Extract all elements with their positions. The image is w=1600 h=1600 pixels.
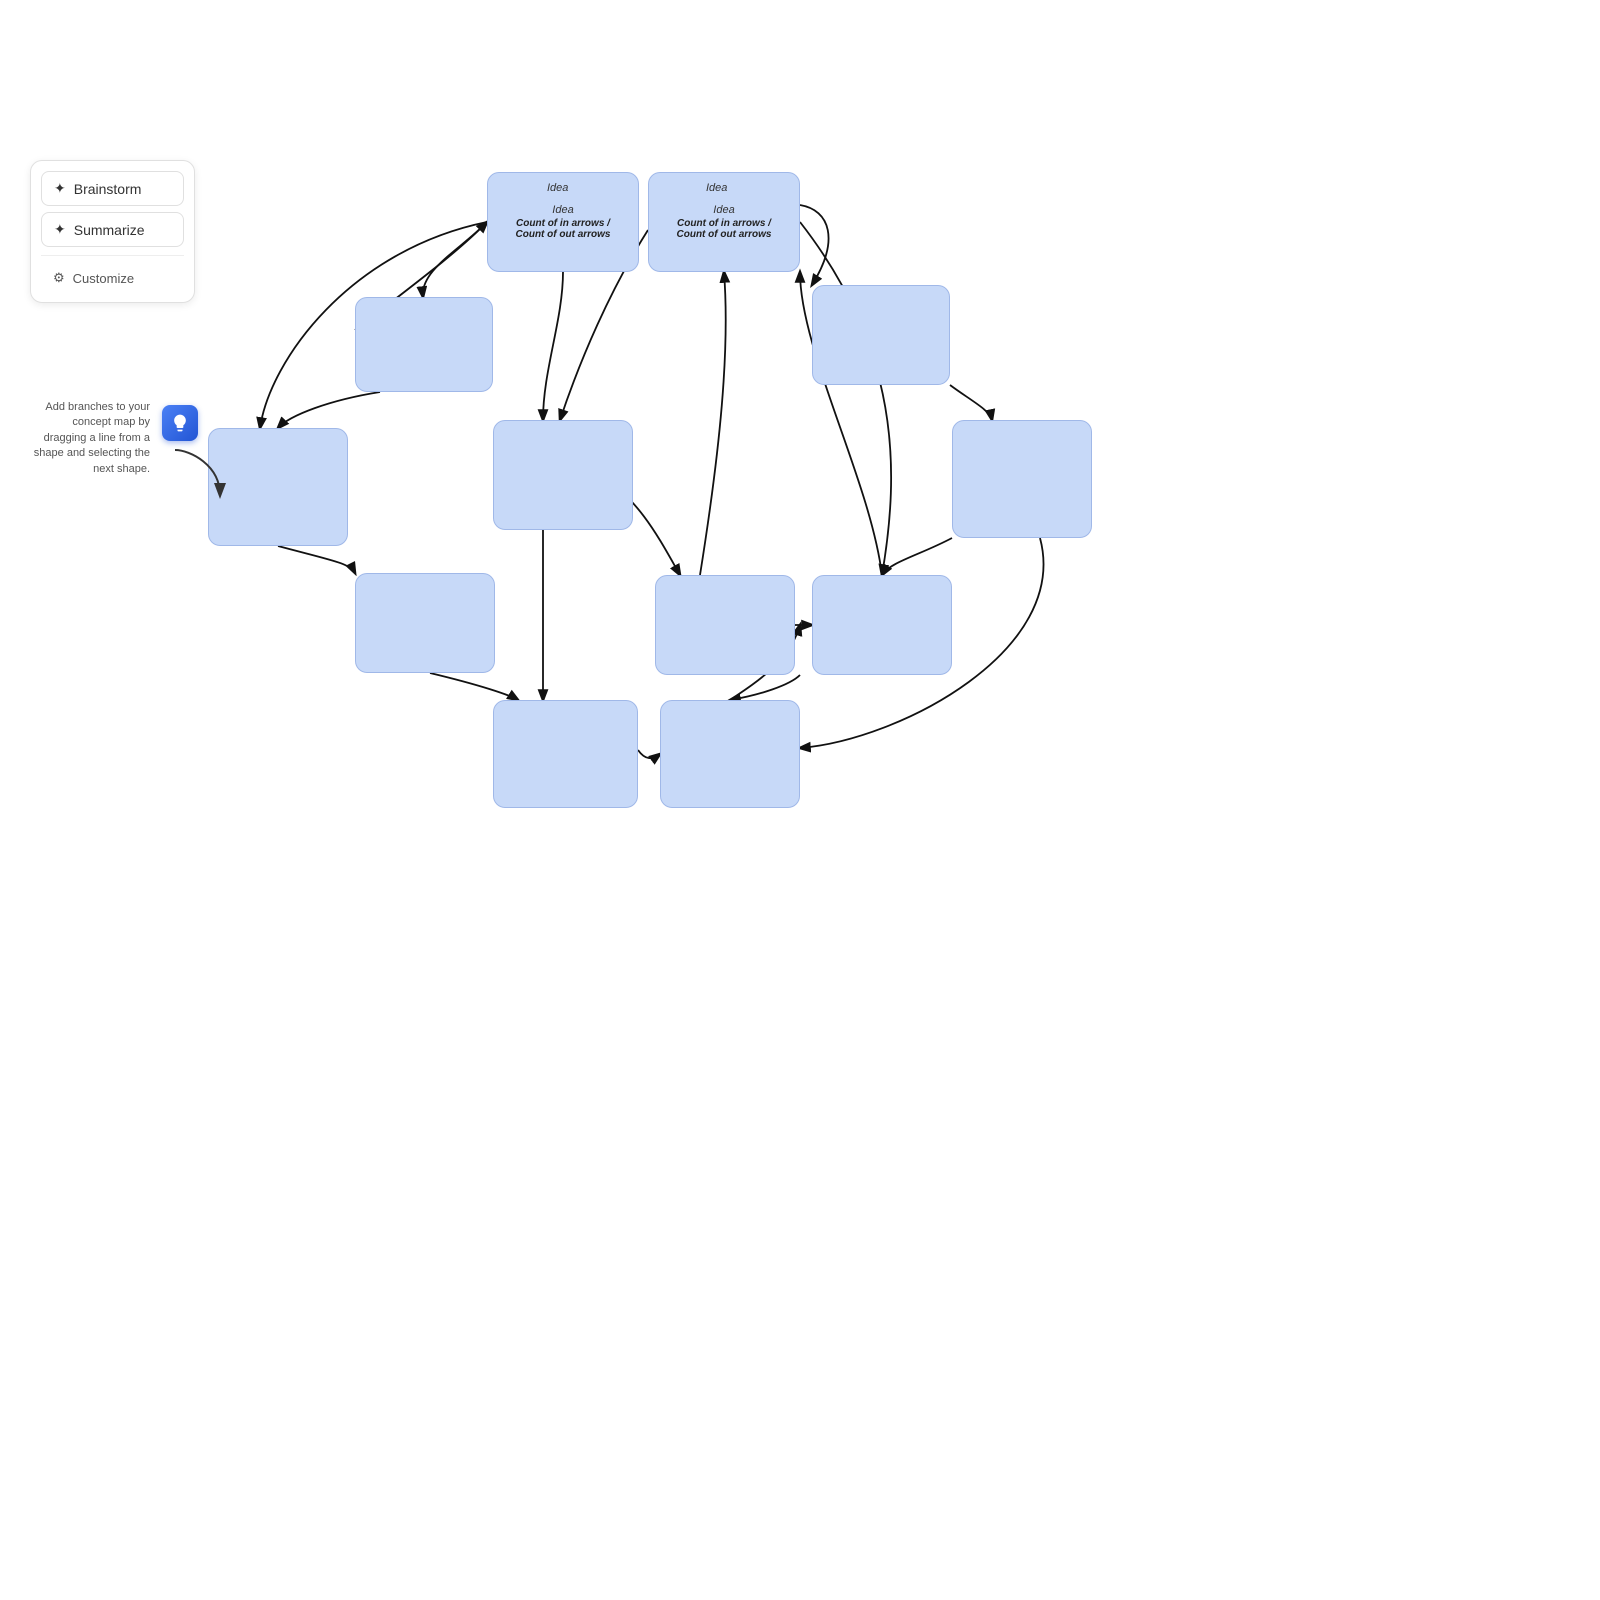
blank-node-bottom-right[interactable] xyxy=(660,700,800,808)
arrow-10 xyxy=(700,272,726,575)
arrow-5 xyxy=(278,392,380,428)
arrow-11 xyxy=(950,385,992,420)
customize-label: Customize xyxy=(73,271,134,286)
hint-arrow-svg xyxy=(170,445,230,505)
node-top-left-label: Idea xyxy=(552,204,573,216)
brainstorm-icon: ✦ xyxy=(54,180,66,197)
arrows-canvas xyxy=(0,0,1600,1600)
blank-node-right-large[interactable] xyxy=(952,420,1092,538)
arrow-4 xyxy=(800,205,829,285)
arrow-17 xyxy=(800,222,891,575)
hint-arrow-path xyxy=(175,450,220,495)
arrow-6 xyxy=(278,546,355,573)
summarize-icon: ✦ xyxy=(54,221,66,238)
node-top-right-sublabel: Count of in arrows /Count of out arrows xyxy=(677,218,772,240)
bulb-button[interactable] xyxy=(162,405,198,441)
node-top-left-sublabel: Count of in arrows /Count of out arrows xyxy=(516,218,611,240)
blank-node-center-bottom-right[interactable] xyxy=(812,575,952,675)
sidebar-panel: ✦ Brainstorm ✦ Summarize ⚙ Customize xyxy=(30,160,195,303)
arrow-15 xyxy=(430,673,518,700)
blank-node-left-bottom[interactable] xyxy=(355,573,495,673)
node-top-right-label: Idea xyxy=(713,204,734,216)
customize-button[interactable]: ⚙ Customize xyxy=(41,264,184,292)
arrow-1 xyxy=(423,222,487,297)
lightbulb-icon xyxy=(170,413,190,433)
sidebar-divider xyxy=(41,255,184,256)
arrow-12 xyxy=(882,538,952,575)
idea-node-top-left[interactable]: Idea Count of in arrows /Count of out ar… xyxy=(487,172,639,272)
summarize-button[interactable]: ✦ Summarize xyxy=(41,212,184,247)
hint-text: Add branches to your concept map by drag… xyxy=(34,401,150,475)
arrow-9 xyxy=(638,750,660,758)
blank-node-center-mid[interactable] xyxy=(493,420,633,530)
brainstorm-button[interactable]: ✦ Brainstorm xyxy=(41,171,184,206)
hint-tooltip: Add branches to your concept map by drag… xyxy=(30,400,150,477)
brainstorm-label: Brainstorm xyxy=(74,181,142,197)
arrow-2 xyxy=(543,272,563,420)
blank-node-mid-left[interactable] xyxy=(355,297,493,392)
arrow-13 xyxy=(730,675,800,700)
blank-node-center-bottom-left[interactable] xyxy=(655,575,795,675)
blank-node-bottom-left[interactable] xyxy=(493,700,638,808)
idea-node-top-right[interactable]: Idea Count of in arrows /Count of out ar… xyxy=(648,172,800,272)
customize-icon: ⚙ xyxy=(53,270,65,286)
summarize-label: Summarize xyxy=(74,222,145,238)
blank-node-right-top[interactable] xyxy=(812,285,950,385)
